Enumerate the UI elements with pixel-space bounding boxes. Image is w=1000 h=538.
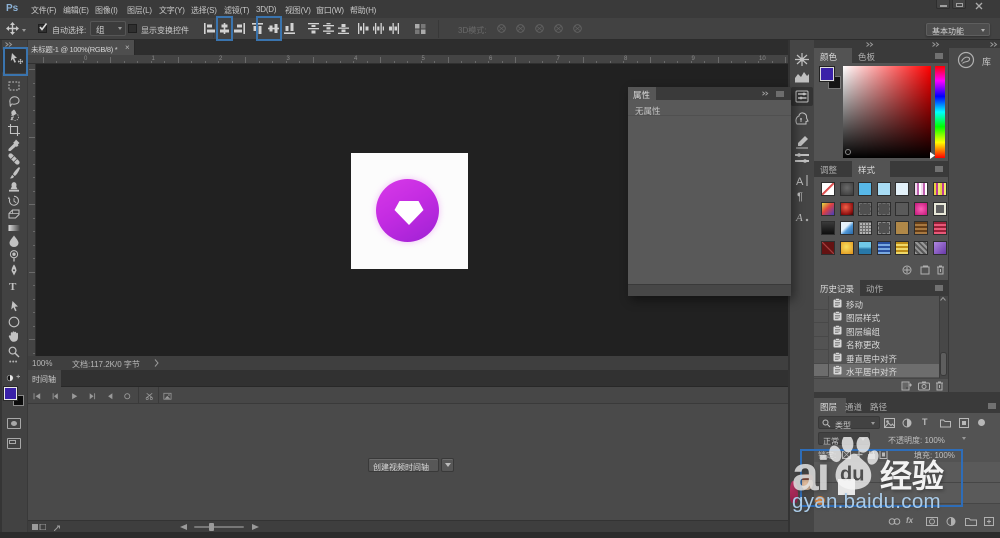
svg-text:A: A [795, 212, 803, 223]
svg-text:¶: ¶ [797, 191, 803, 202]
svg-text:A: A [796, 176, 804, 187]
